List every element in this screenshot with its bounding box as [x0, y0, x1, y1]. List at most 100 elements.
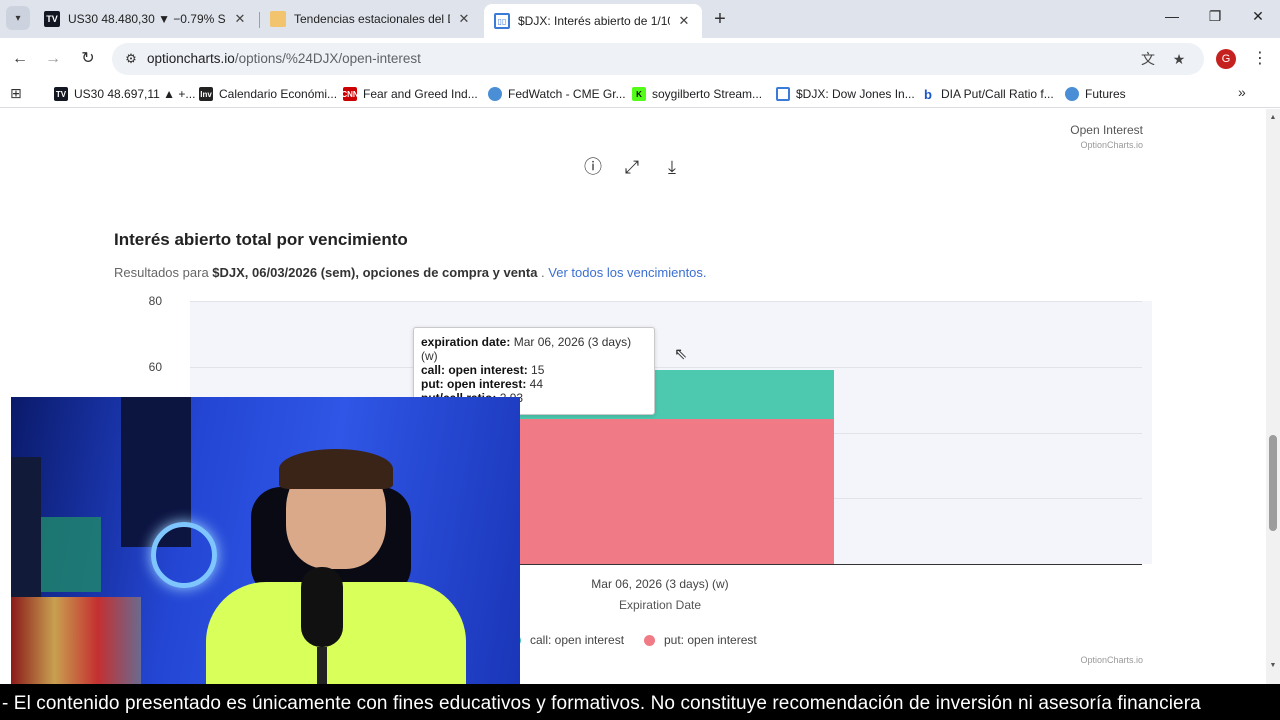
bookmark-label: FedWatch - CME Gr...	[508, 87, 626, 101]
scroll-down-icon[interactable]: ▼	[1266, 662, 1280, 669]
b-icon: b	[921, 87, 935, 102]
subtitle-bold: $DJX, 06/03/2026 (sem), opciones de comp…	[212, 265, 538, 280]
bookmarks-bar: ⊞ TV US30 48.697,11 ▲ +... Inv Calendari…	[0, 80, 1280, 108]
close-window-icon[interactable]: ✕	[1248, 8, 1268, 25]
more-bookmarks-icon[interactable]: »	[1238, 84, 1246, 100]
y-tick-label: 80	[148, 294, 162, 308]
bookmark-label: DIA Put/Call Ratio f...	[941, 87, 1054, 101]
tooltip-line: expiration date: Mar 06, 2026 (3 days) (…	[421, 335, 647, 363]
bookmark-soygilberto[interactable]: K soygilberto Stream...	[632, 84, 762, 104]
webcam-overlay	[11, 397, 520, 684]
legend-swatch	[644, 634, 655, 646]
legend-label: call: open interest	[530, 633, 625, 647]
bookmark-calendario[interactable]: Inv Calendario Económi...	[199, 84, 337, 104]
bookmark-label: $DJX: Dow Jones In...	[796, 87, 915, 101]
browser-toolbar: ← → ↻ ⚙ optioncharts.io/options/%24DJX/o…	[0, 38, 1280, 80]
site-info-icon[interactable]: ⚙	[120, 48, 142, 70]
y-tick-label: 60	[148, 360, 162, 374]
bookmark-fear-greed[interactable]: CNN Fear and Greed Ind...	[341, 84, 478, 104]
gridline	[190, 301, 1142, 302]
subtitle-separator: .	[537, 265, 549, 280]
address-bar[interactable]: ⚙ optioncharts.io/options/%24DJX/open-in…	[112, 43, 1204, 75]
close-icon[interactable]: ✕	[232, 11, 248, 27]
menu-kebab-icon[interactable]: ⋮	[1252, 48, 1268, 68]
scrollbar-thumb[interactable]	[1269, 435, 1277, 531]
bookmark-label: US30 48.697,11 ▲ +...	[74, 87, 196, 101]
restore-icon[interactable]: ❐	[1205, 8, 1225, 25]
tooltip-key: expiration date:	[421, 335, 511, 349]
bookmark-star-icon[interactable]: ★	[1168, 48, 1190, 70]
download-icon[interactable]: ⤓	[660, 155, 684, 179]
minimize-icon[interactable]: —	[1162, 8, 1182, 24]
futures-icon	[1065, 87, 1079, 101]
legend-item-call[interactable]: call: open interest	[510, 633, 624, 647]
mouse-cursor-icon: ⇖	[674, 346, 688, 363]
back-arrow-icon[interactable]: ←	[9, 48, 31, 70]
close-icon[interactable]: ✕	[456, 11, 472, 27]
green-screen-image	[41, 517, 101, 592]
tooltip-key: put: open interest:	[421, 377, 527, 391]
scroll-up-icon[interactable]: ▲	[1266, 114, 1280, 121]
optioncharts-icon: ▯▯	[494, 13, 510, 29]
forward-arrow-icon[interactable]: →	[42, 48, 64, 70]
url-path: /options/%24DJX/open-interest	[234, 51, 421, 66]
tab-us30[interactable]: TV US30 48.480,30 ▼ −0.79% Sin nombre ✕	[34, 4, 258, 34]
tab-title: Tendencias estacionales del Dow	[294, 12, 450, 26]
tradingview-icon: TV	[44, 11, 60, 27]
cnn-icon: CNN	[341, 87, 359, 101]
investing-icon: Inv	[199, 87, 213, 101]
fullscreen-icon[interactable]: ⤢	[620, 155, 644, 179]
disclaimer-text: - El contenido presentado es únicamente …	[2, 693, 1201, 714]
bookmark-label: Fear and Greed Ind...	[363, 87, 478, 101]
bookmark-label: Futures	[1085, 87, 1126, 101]
bar-put-open-interest[interactable]	[485, 419, 834, 564]
reload-icon[interactable]: ↻	[77, 48, 99, 70]
disclaimer-caption-bar: - El contenido presentado es únicamente …	[0, 684, 1280, 720]
profile-avatar[interactable]: G	[1216, 49, 1236, 69]
bookmark-fedwatch[interactable]: FedWatch - CME Gr...	[488, 84, 626, 104]
bookmark-us30[interactable]: TV US30 48.697,11 ▲ +...	[54, 84, 195, 104]
close-icon[interactable]: ✕	[676, 13, 692, 29]
books-image	[11, 597, 141, 684]
globe-icon	[488, 87, 502, 101]
all-expirations-link[interactable]: Ver todos los vencimientos.	[548, 265, 706, 280]
tab-djx-active[interactable]: ▯▯ $DJX: Interés abierto de 1/100 del Do…	[484, 4, 702, 38]
tab-search-button[interactable]: ▾	[6, 6, 30, 30]
tab-tendencias[interactable]: Tendencias estacionales del Dow ✕	[260, 4, 482, 34]
section-subtitle: Resultados para $DJX, 06/03/2026 (sem), …	[114, 265, 707, 280]
url-host: optioncharts.io	[147, 51, 235, 66]
new-tab-plus-icon[interactable]: +	[710, 8, 730, 31]
screen: ▾ TV US30 48.480,30 ▼ −0.79% Sin nombre …	[0, 0, 1280, 720]
chart-brand: OptionCharts.io	[1080, 655, 1143, 665]
translate-icon[interactable]: 文	[1137, 48, 1159, 70]
tooltip-value: 15	[531, 363, 545, 377]
tooltip-key: call: open interest:	[421, 363, 528, 377]
tooltip-value: 44	[529, 377, 544, 391]
tab-strip: ▾ TV US30 48.480,30 ▼ −0.79% Sin nombre …	[0, 0, 1280, 38]
legend-item-put[interactable]: put: open interest	[644, 633, 757, 647]
bookmark-label: Calendario Económi...	[219, 87, 338, 101]
section-title: Interés abierto total por vencimiento	[114, 230, 408, 249]
optioncharts-icon	[776, 87, 790, 101]
x-axis-title: Expiration Date	[618, 598, 702, 612]
apps-grid-icon[interactable]: ⊞	[10, 85, 22, 102]
tab-title: $DJX: Interés abierto de 1/100 del Dow	[518, 14, 670, 28]
hair-image	[279, 449, 393, 489]
bookmark-futures[interactable]: Futures	[1065, 84, 1126, 104]
top-chart-brand: OptionCharts.io	[1080, 140, 1143, 150]
bookmark-label: soygilberto Stream...	[652, 87, 763, 101]
url-text[interactable]: optioncharts.io/options/%24DJX/open-inte…	[147, 51, 421, 66]
info-icon[interactable]: ⓘ	[581, 155, 605, 179]
tradingview-icon: TV	[54, 87, 68, 101]
bookmark-dia-putcall[interactable]: b DIA Put/Call Ratio f...	[921, 84, 1054, 104]
subtitle-prefix: Resultados para	[114, 265, 213, 280]
tooltip-line: put: open interest: 44	[421, 377, 647, 391]
gridline	[190, 367, 1142, 368]
x-tick-label: Mar 06, 2026 (3 days) (w)	[591, 577, 729, 591]
microphone-image	[301, 567, 343, 647]
tooltip-line: call: open interest: 15	[421, 363, 647, 377]
folder-icon	[270, 11, 286, 27]
ring-light-image	[151, 522, 217, 588]
scrollbar[interactable]	[1266, 109, 1280, 684]
bookmark-djx[interactable]: $DJX: Dow Jones In...	[776, 84, 915, 104]
